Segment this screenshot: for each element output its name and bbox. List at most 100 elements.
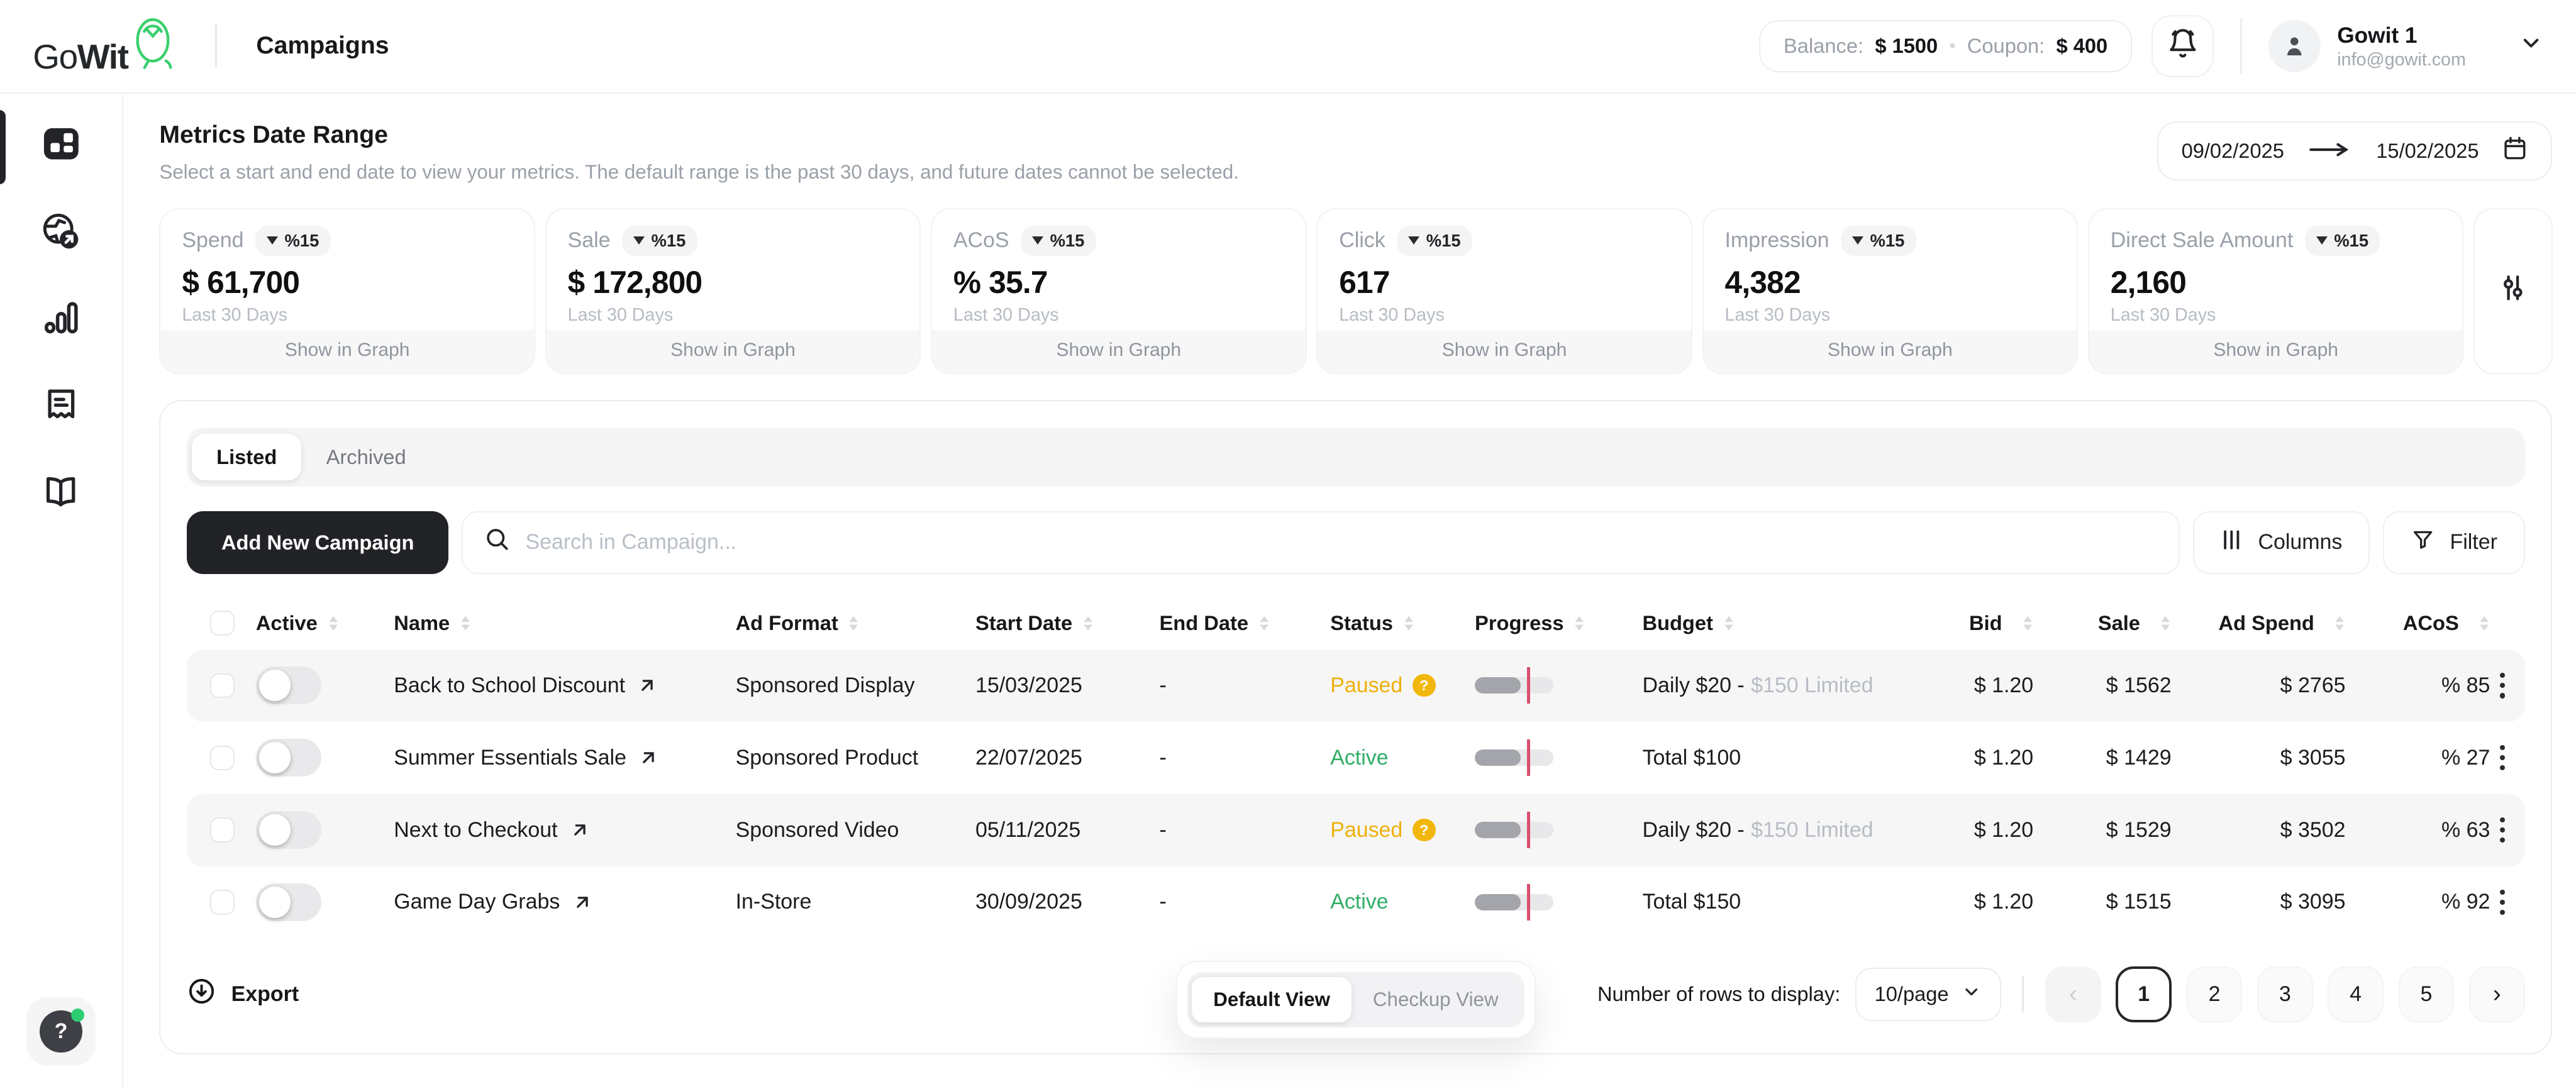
coupon-label: Coupon:	[1967, 34, 2045, 58]
gowit-logo[interactable]: GoWit	[33, 16, 175, 76]
row-checkbox[interactable]	[210, 673, 235, 698]
owl-logo-icon	[131, 16, 176, 76]
sidebar: ?	[0, 94, 123, 1089]
sort-icon	[1082, 614, 1094, 633]
sidebar-item-invoices[interactable]	[0, 365, 123, 451]
active-toggle[interactable]	[256, 666, 321, 704]
status-help-icon[interactable]: ?	[1413, 819, 1436, 842]
delta-badge: %15	[622, 226, 697, 256]
active-toggle[interactable]	[256, 883, 321, 921]
view-option-checkup[interactable]: Checkup View	[1352, 977, 1520, 1023]
delta-badge: %15	[2305, 226, 2380, 256]
pagination-page-1[interactable]: 1	[2116, 966, 2172, 1022]
sort-icon	[1403, 614, 1414, 633]
arrow-up-right-icon	[638, 747, 659, 768]
metric-label: Impression	[1725, 228, 1829, 253]
acos: % 27	[2345, 746, 2490, 770]
metric-card-direct-sale-amount: Direct Sale Amount %15 2,160 Last 30 Day…	[2088, 208, 2464, 374]
show-in-graph-button[interactable]: Show in Graph	[160, 330, 534, 373]
status-badge: Active	[1330, 890, 1388, 914]
campaign-name-link[interactable]: Game Day Grabs	[394, 890, 735, 914]
bell-icon	[2167, 28, 2199, 65]
pagination-prev-button[interactable]: ‹	[2045, 966, 2101, 1022]
progress-marker	[1527, 667, 1530, 703]
balance-coupon-pill: Balance: $ 1500 • Coupon: $ 400	[1759, 20, 2131, 73]
start-date: 15/03/2025	[975, 673, 1160, 698]
status-help-icon[interactable]: ?	[1413, 674, 1436, 697]
sidebar-item-library[interactable]	[0, 451, 123, 538]
budget: Daily $20 -$150 Limited	[1642, 818, 1918, 843]
triangle-down-icon	[2316, 236, 2328, 245]
budget: Daily $20 -$150 Limited	[1642, 673, 1918, 698]
rows-per-page-select[interactable]: 10/page	[1855, 968, 2001, 1021]
arrow-up-right-icon	[636, 675, 658, 696]
date-end: 15/02/2025	[2376, 139, 2479, 163]
export-button[interactable]: Export	[187, 976, 299, 1012]
pagination-page-2[interactable]: 2	[2187, 966, 2243, 1022]
tab-archived[interactable]: Archived	[301, 434, 430, 481]
date-range-picker[interactable]: 09/02/2025 15/02/2025	[2157, 121, 2552, 180]
notifications-button[interactable]	[2151, 15, 2214, 77]
row-checkbox[interactable]	[210, 890, 235, 914]
tab-listed[interactable]: Listed	[192, 434, 301, 481]
delta-badge: %15	[1021, 226, 1096, 256]
show-in-graph-button[interactable]: Show in Graph	[547, 330, 920, 373]
pagination-page-4[interactable]: 4	[2328, 966, 2384, 1022]
metric-label: ACoS	[953, 228, 1009, 253]
triangle-down-icon	[1032, 236, 1043, 245]
campaign-name-link[interactable]: Summer Essentials Sale	[394, 746, 735, 770]
show-in-graph-button[interactable]: Show in Graph	[2089, 330, 2463, 373]
main-content: Metrics Date Range Select a start and en…	[123, 94, 2576, 1089]
pagination-page-5[interactable]: 5	[2399, 966, 2455, 1022]
help-button[interactable]: ?	[26, 997, 96, 1066]
campaigns-panel: Listed Archived Add New Campaign	[159, 400, 2552, 1054]
row-checkbox[interactable]	[210, 817, 235, 842]
filter-button[interactable]: Filter	[2383, 511, 2525, 573]
arrow-up-right-icon	[572, 892, 593, 913]
sidebar-item-campaigns[interactable]	[0, 191, 123, 277]
end-date: -	[1160, 890, 1331, 914]
delta-badge: %15	[1841, 226, 1916, 256]
sort-icon	[460, 614, 471, 633]
app-window: GoWit Campaigns Balance: $ 1500 • Coupon…	[0, 0, 2576, 1089]
row-checkbox[interactable]	[210, 746, 235, 770]
pagination-page-3[interactable]: 3	[2257, 966, 2313, 1022]
bid: $ 1.20	[1918, 818, 2033, 843]
view-option-default[interactable]: Default View	[1192, 977, 1352, 1023]
delta-badge: %15	[255, 226, 331, 256]
triangle-down-icon	[633, 236, 645, 245]
active-toggle[interactable]	[256, 811, 321, 849]
search-input[interactable]	[525, 530, 2157, 555]
row-menu-button[interactable]	[2490, 666, 2515, 705]
sliders-icon	[2497, 272, 2529, 310]
show-in-graph-button[interactable]: Show in Graph	[1704, 330, 2077, 373]
sale: $ 1562	[2033, 673, 2171, 698]
campaign-name-link[interactable]: Next to Checkout	[394, 818, 735, 843]
sidebar-item-reports[interactable]	[0, 277, 123, 364]
sort-icon	[1258, 614, 1270, 633]
user-menu[interactable]: Gowit 1 info@gowit.com	[2268, 20, 2543, 73]
chevron-down-icon	[1962, 982, 1981, 1007]
columns-button[interactable]: Columns	[2193, 511, 2370, 573]
ad-spend: $ 3502	[2172, 818, 2346, 843]
end-date: -	[1160, 673, 1331, 698]
bar-chart-icon	[42, 298, 81, 344]
row-menu-button[interactable]	[2490, 738, 2515, 777]
active-toggle[interactable]	[256, 739, 321, 777]
progress-marker	[1527, 812, 1530, 848]
row-menu-button[interactable]	[2490, 810, 2515, 849]
show-in-graph-button[interactable]: Show in Graph	[1318, 330, 1691, 373]
table-row: Back to School Discount Sponsored Displa…	[187, 650, 2525, 722]
metric-value: $ 61,700	[182, 264, 513, 301]
metric-settings-button[interactable]	[2473, 208, 2552, 374]
progress-bar	[1475, 884, 1553, 920]
show-in-graph-button[interactable]: Show in Graph	[932, 330, 1306, 373]
ad-format: Sponsored Video	[736, 818, 975, 843]
sidebar-item-dashboard[interactable]	[0, 104, 123, 191]
select-all-checkbox[interactable]	[210, 611, 235, 635]
pagination-next-button[interactable]: ›	[2469, 966, 2525, 1022]
campaign-name-link[interactable]: Back to School Discount	[394, 673, 735, 698]
add-new-campaign-button[interactable]: Add New Campaign	[187, 511, 448, 573]
logo-text: GoWit	[33, 36, 128, 77]
row-menu-button[interactable]	[2490, 883, 2515, 922]
